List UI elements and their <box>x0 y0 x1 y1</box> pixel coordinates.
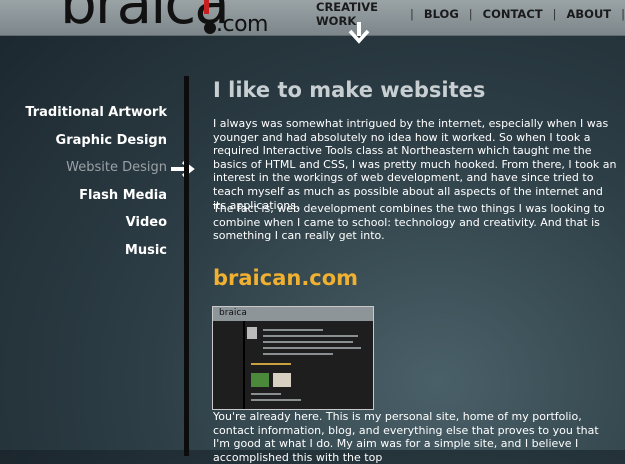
sidebar-item-video[interactable]: Video <box>0 213 170 241</box>
sidebar-item-music[interactable]: Music <box>0 241 170 269</box>
screenshot-text-line <box>263 329 323 331</box>
arrow-down-icon <box>348 22 370 44</box>
second-paragraph: The fact is, web development combines th… <box>213 202 605 243</box>
sidebar-item-website-design[interactable]: Website Design <box>0 158 170 186</box>
sidebar-item-graphic-design[interactable]: Graphic Design <box>0 131 170 159</box>
intro-paragraph: I always was somewhat intrigued by the i… <box>213 117 617 212</box>
nav-blog[interactable]: BLOG <box>414 7 469 21</box>
project-title[interactable]: braican.com <box>213 266 358 290</box>
screenshot-avatar <box>247 327 257 339</box>
screenshot-text-line <box>263 341 353 343</box>
category-sidebar: Traditional Artwork Graphic Design Websi… <box>0 103 170 268</box>
top-navigation: CREATIVE WORK | BLOG | CONTACT | ABOUT | <box>306 0 625 28</box>
nav-contact[interactable]: CONTACT <box>473 7 553 21</box>
main-content: I like to make websites <box>213 78 618 102</box>
nav-separator: | <box>621 7 625 21</box>
logo-wordmark: braica <box>60 0 230 37</box>
screenshot-text-line <box>263 347 361 349</box>
screenshot-text-line <box>251 363 291 365</box>
page-title: I like to make websites <box>213 78 486 102</box>
screenshot-logo: braica <box>219 308 247 318</box>
sidebar-item-traditional-artwork[interactable]: Traditional Artwork <box>0 103 170 131</box>
screenshot-thumbnail <box>273 373 291 387</box>
screenshot-text-line <box>263 353 333 355</box>
screenshot-thumbnail <box>251 373 269 387</box>
site-logo[interactable]: braica .com <box>60 0 268 37</box>
logo-dot <box>204 22 216 34</box>
screenshot-text-line <box>251 393 281 395</box>
sidebar-item-flash-media[interactable]: Flash Media <box>0 186 170 214</box>
screenshot-text-line <box>251 399 301 401</box>
project-screenshot[interactable]: braica <box>212 306 374 410</box>
screenshot-text-line <box>263 335 358 337</box>
logo-red-bar <box>204 0 209 14</box>
screenshot-divider <box>243 321 245 409</box>
sidebar-divider <box>184 76 189 456</box>
logo-suffix: .com <box>216 12 268 37</box>
nav-about[interactable]: ABOUT <box>557 7 622 21</box>
arrow-right-icon <box>171 161 195 177</box>
project-description: You're already here. This is my personal… <box>213 410 599 464</box>
